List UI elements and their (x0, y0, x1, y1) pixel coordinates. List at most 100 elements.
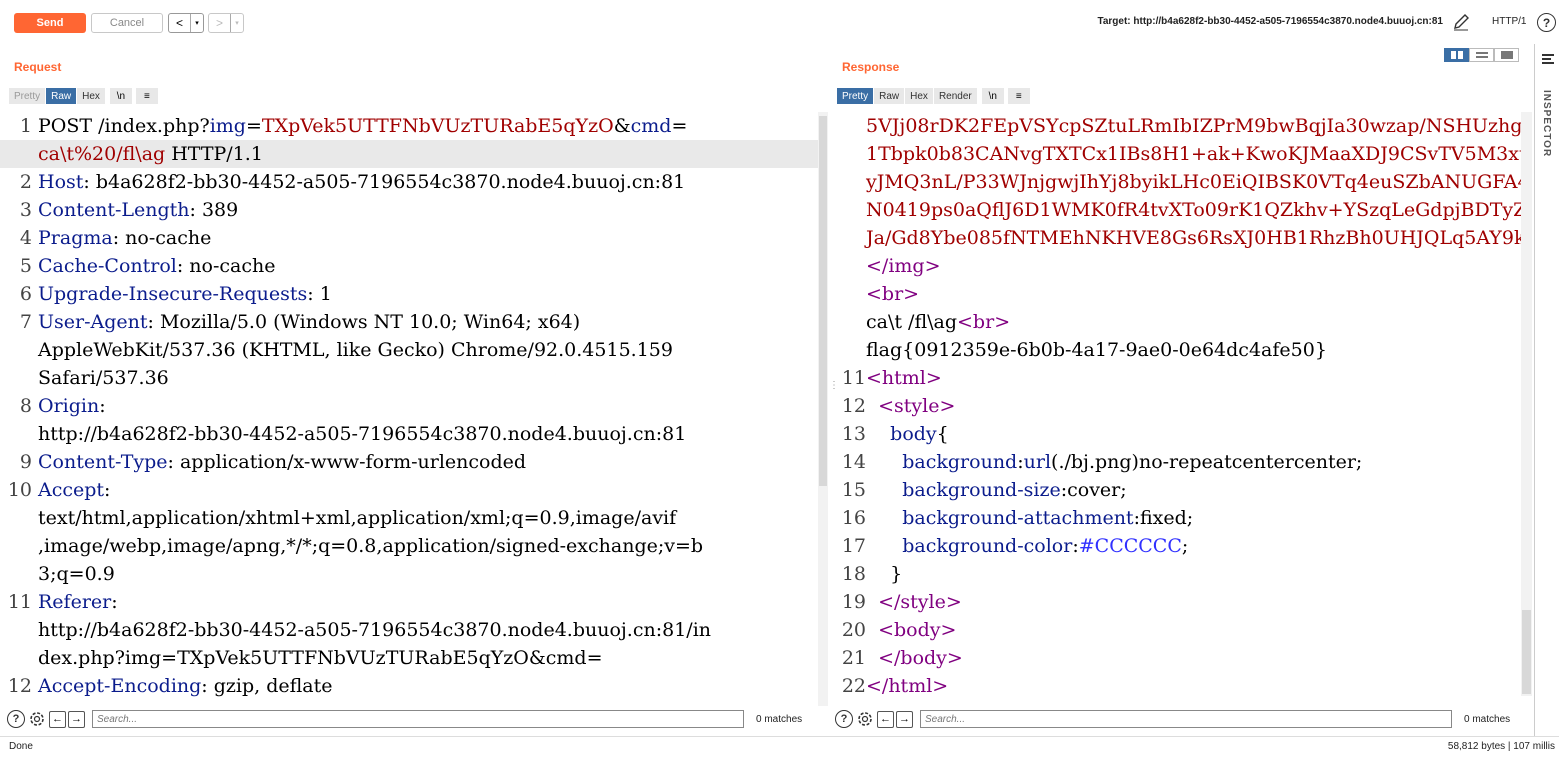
code-text: body{ (866, 420, 949, 448)
tab-raw[interactable]: Raw (874, 88, 906, 104)
target-label[interactable]: Target: http://b4a628f2-bb30-4452-a505-7… (1097, 16, 1443, 27)
code-line: 5VJj08rDK2FEpVSYcpSZtuLRmIbIZPrM9bwBqjIa… (834, 112, 1522, 140)
back-dropdown-icon[interactable]: ▾ (190, 14, 203, 32)
tab-hex[interactable]: Hex (77, 88, 106, 104)
tab-pretty[interactable]: Pretty (837, 88, 875, 104)
newline-toggle[interactable]: \n (109, 88, 132, 104)
code-text: </body> (866, 644, 963, 672)
code-token: background-size (902, 479, 1061, 501)
code-text: yJMQ3nL/P33WJnjgwjIhYj8byikLHc0EiQIBSK0V… (866, 168, 1522, 196)
code-text: 1Tbpk0b83CANvgTXTCx1IBs8H1+ak+KwoKJMaaXD… (866, 140, 1522, 168)
back-button[interactable]: < (169, 14, 190, 32)
code-text: <body> (866, 616, 956, 644)
code-token: img (209, 115, 246, 137)
code-text: } (866, 560, 902, 588)
code-line: 3 Content-Length: 389 (0, 196, 818, 224)
code-line: 4 Pragma: no-cache (0, 224, 818, 252)
match-count: 0 matches (756, 713, 803, 725)
http-version-toggle[interactable]: HTTP/1 (1492, 16, 1526, 27)
gear-icon[interactable] (28, 710, 46, 728)
code-token: background (902, 451, 1018, 473)
help-icon[interactable]: ? (7, 710, 25, 728)
line-number: 5 (19, 255, 32, 277)
code-text: POST /index.php?img=TXpVek5UTTFNbVUzTURa… (38, 112, 687, 140)
tab-pretty[interactable]: Pretty (9, 88, 47, 104)
request-scrollbar[interactable] (818, 112, 828, 706)
code-line: 21 </body> (834, 644, 1522, 672)
line-number: 9 (19, 451, 32, 473)
code-text: background-attachment:fixed; (866, 504, 1193, 532)
newline-toggle[interactable]: \n (981, 88, 1004, 104)
code-text: flag{0912359e-6b0b-4a17-9ae0-0e64dc4afe5… (866, 336, 1327, 364)
response-search-bar: ? ← → Search... 0 matches (835, 708, 1510, 730)
code-token: Upgrade-Insecure-Requests (38, 283, 308, 305)
line-number: 12 (841, 395, 866, 417)
code-line: 16 background-attachment:fixed; (834, 504, 1522, 532)
menu-icon[interactable]: ≡ (1007, 88, 1030, 104)
back-nav-group[interactable]: < ▾ (168, 13, 204, 33)
code-token: http://b4a628f2-bb30-4452-a505-7196554c3… (38, 619, 712, 641)
line-number: 14 (841, 451, 866, 473)
help-icon[interactable]: ? (1537, 13, 1556, 32)
code-line: text/html,application/xhtml+xml,applicat… (0, 504, 818, 532)
tab-render[interactable]: Render (933, 88, 978, 104)
menu-icon[interactable]: ≡ (135, 88, 158, 104)
code-token: Host (38, 171, 84, 193)
request-editor[interactable]: 1 POST /index.php?img=TXpVek5UTTFNbVUzTUR… (0, 112, 818, 706)
next-match-button[interactable]: → (68, 710, 85, 728)
code-token: <body (878, 619, 941, 641)
edit-target-icon[interactable] (1452, 12, 1470, 32)
forward-button[interactable]: > (209, 14, 230, 32)
line-number: 7 (19, 311, 32, 333)
inspector-menu-icon[interactable] (1542, 54, 1554, 66)
search-input[interactable]: Search... (920, 710, 1452, 728)
code-text: Ja/Gd8Ybe085fNTMEhNKHVE8Gs6RsXJ0HB1RhzBh… (866, 224, 1522, 252)
gear-icon[interactable] (856, 710, 874, 728)
tab-hex[interactable]: Hex (905, 88, 934, 104)
code-token: flag{0912359e-6b0b-4a17-9ae0-0e64dc4afe5… (866, 339, 1327, 361)
code-token: :cover; (1060, 479, 1127, 501)
request-title: Request (14, 60, 62, 74)
cancel-button[interactable]: Cancel (91, 13, 163, 33)
search-input[interactable]: Search... (92, 710, 744, 728)
code-line: 17 background-color:#CCCCCC; (834, 532, 1522, 560)
forward-dropdown-icon[interactable]: ▾ (230, 14, 243, 32)
code-line: 14 background:url(./bj.png)no-repeatcent… (834, 448, 1522, 476)
forward-nav-group[interactable]: > ▾ (208, 13, 244, 33)
prev-match-button[interactable]: ← (49, 710, 66, 728)
response-editor[interactable]: 5VJj08rDK2FEpVSYcpSZtuLRmIbIZPrM9bwBqjIa… (834, 112, 1522, 696)
code-token: N0419ps0aQflJ6D1WMK0fR4tvXTo09rK1QZkhv+Y… (866, 199, 1522, 221)
code-token: & (613, 115, 631, 137)
inspector-tab[interactable]: INSPECTOR (1541, 90, 1552, 157)
code-line: <br> (834, 280, 1522, 308)
code-token: = (671, 115, 688, 137)
status-bar: Done 58,812 bytes | 107 millis (0, 736, 1559, 757)
code-text: background-size:cover; (866, 476, 1127, 504)
send-button[interactable]: Send (14, 13, 86, 33)
layout-stacked-icon[interactable] (1469, 48, 1494, 62)
layout-tabs-icon[interactable] (1494, 48, 1519, 62)
next-match-button[interactable]: → (896, 710, 913, 728)
line-number: 3 (19, 199, 32, 221)
request-scroll-thumb[interactable] (819, 116, 827, 486)
code-token: AppleWebKit/537.36 (KHTML, like Gecko) C… (38, 339, 673, 361)
code-text: ca\t%20/fl\ag HTTP/1.1 (38, 140, 263, 168)
response-scrollbar[interactable] (1521, 112, 1532, 696)
line-number: 11 (7, 591, 32, 613)
tab-raw[interactable]: Raw (46, 88, 78, 104)
response-scroll-thumb[interactable] (1522, 610, 1531, 694)
layout-side-by-side-icon[interactable] (1444, 48, 1469, 62)
code-token: yJMQ3nL/P33WJnjgwjIhYj8byikLHc0EiQIBSK0V… (866, 171, 1522, 193)
code-line: 5 Cache-Control: no-cache (0, 252, 818, 280)
code-token: : Mozilla/5.0 (Windows NT 10.0; Win64; x… (147, 311, 581, 333)
code-line: 13 body{ (834, 420, 1522, 448)
code-token: : gzip, deflate (201, 675, 333, 697)
help-icon[interactable]: ? (835, 710, 853, 728)
prev-match-button[interactable]: ← (877, 710, 894, 728)
code-token: Content-Type (38, 451, 168, 473)
